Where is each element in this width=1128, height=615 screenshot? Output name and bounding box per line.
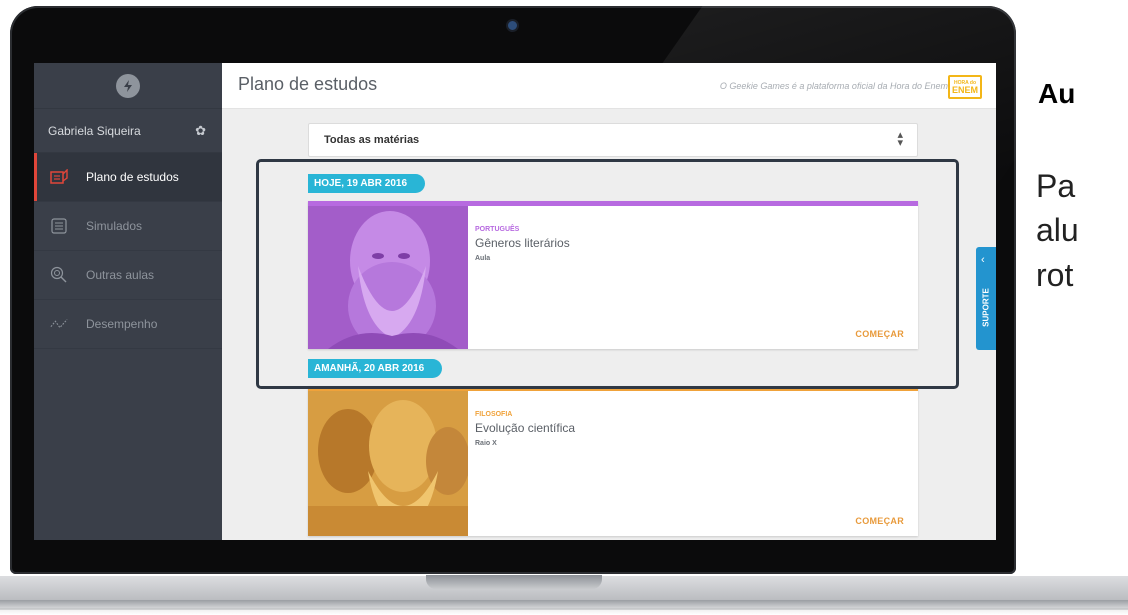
sidebar: Gabriela Siqueira ✿ Plano de estudos Sim…: [34, 63, 222, 540]
lesson-image-busts: [308, 391, 468, 536]
start-button[interactable]: COMEÇAR: [855, 516, 904, 526]
side-text-line: rot: [1036, 257, 1074, 293]
laptop-frame: Gabriela Siqueira ✿ Plano de estudos Sim…: [10, 6, 1016, 574]
geekie-logo-icon[interactable]: [116, 73, 140, 98]
webcam: [506, 19, 519, 32]
list-icon: [50, 217, 68, 235]
study-plan-icon: [50, 168, 68, 186]
sidebar-item-outras-aulas[interactable]: Outras aulas: [34, 251, 222, 300]
sidebar-item-plano-de-estudos[interactable]: Plano de estudos: [34, 153, 222, 202]
subject-filter-value: Todas as matérias: [324, 134, 420, 146]
sidebar-item-label: Plano de estudos: [86, 170, 179, 184]
chart-line-icon: [50, 315, 68, 333]
sidebar-item-label: Outras aulas: [86, 268, 155, 282]
side-text-line: alu: [1036, 212, 1079, 248]
laptop-base: [0, 562, 1128, 615]
sidebar-item-label: Desempenho: [86, 317, 158, 331]
base-shadow: [0, 608, 1128, 615]
logo-row: [34, 63, 222, 108]
user-row[interactable]: Gabriela Siqueira ✿: [34, 108, 222, 153]
side-heading: Au: [1038, 78, 1076, 109]
support-tab[interactable]: ‹ SUPORTE: [976, 247, 996, 350]
user-name: Gabriela Siqueira: [48, 123, 141, 138]
gear-icon[interactable]: ✿: [195, 123, 206, 139]
sidebar-item-label: Simulados: [86, 219, 143, 233]
page-title: Plano de estudos: [238, 74, 378, 94]
card-title: Evolução científica: [475, 421, 576, 435]
hora-do-enem-logo[interactable]: HORA do ENEM: [948, 75, 982, 99]
base-notch: [426, 575, 602, 589]
highlight-frame: [256, 159, 959, 389]
search-icon: [50, 266, 68, 284]
main-content: Plano de estudos O Geekie Games é a plat…: [222, 63, 996, 540]
enem-badge-bottom: ENEM: [951, 84, 978, 95]
top-bar: Plano de estudos O Geekie Games é a plat…: [222, 63, 996, 109]
card-kind: Raio X: [475, 440, 497, 447]
subject-filter-select[interactable]: Todas as matérias ▴ ▾: [308, 123, 918, 157]
lesson-card[interactable]: Filosofia Evolução científica Raio X COM…: [308, 386, 918, 536]
card-subject: Filosofia: [475, 411, 513, 418]
sidebar-item-simulados[interactable]: Simulados: [34, 202, 222, 251]
side-text-line: Pa: [1036, 168, 1076, 204]
support-label: SUPORTE: [981, 288, 991, 327]
sort-caret-icon: ▴ ▾: [897, 129, 903, 149]
sidebar-item-desempenho[interactable]: Desempenho: [34, 300, 222, 349]
app-screen: Gabriela Siqueira ✿ Plano de estudos Sim…: [34, 63, 996, 540]
tagline: O Geekie Games é a plataforma oficial da…: [719, 81, 948, 91]
chevron-left-icon: ‹: [981, 254, 985, 266]
